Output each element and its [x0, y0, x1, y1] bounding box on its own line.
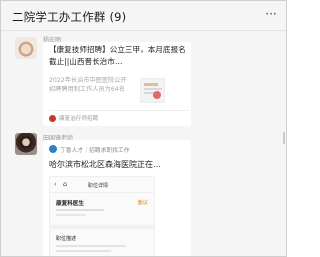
message-list[interactable]: 杨宏雨 【康复技师招聘】公立三甲，本月底报名截止||山西晋长治市… 2022年长…	[1, 32, 286, 256]
card-title: 【康复技师招聘】公立三甲，本月底报名截止||山西晋长治市…	[49, 45, 186, 66]
title-bar: 二院学工办工作群 (9) ···	[1, 1, 286, 31]
article-thumbnail	[140, 78, 165, 103]
official-account-icon	[49, 115, 56, 122]
card-description: 2022年长治市中医医院公开招聘聘用制工作人员为64名	[49, 77, 127, 93]
chat-title: 二院学工办工作群 (9)	[12, 10, 127, 24]
preview-job-title: 康复科医生	[56, 201, 84, 207]
back-icon: ‹	[54, 181, 57, 188]
chat-window: 二院学工办工作群 (9) ··· 杨宏雨 【康复技师招聘】公立三甲，本月底报名截…	[0, 0, 287, 257]
card-source: 丁香人才｜招聘求职找工作	[60, 148, 130, 154]
avatar[interactable]	[15, 133, 37, 155]
preview-salary: 面议	[137, 200, 148, 206]
home-icon: ⌂	[63, 180, 68, 188]
article-card[interactable]: 【康复技师招聘】公立三甲，本月底报名截止||山西晋长治市… 2022年长治市中医…	[43, 42, 191, 126]
scrollbar-thumb[interactable]	[283, 132, 285, 144]
ellipsis-icon[interactable]: ···	[264, 8, 278, 23]
avatar[interactable]	[15, 37, 37, 59]
card-source: 康复治疗师招聘	[59, 116, 99, 122]
card-divider	[49, 110, 189, 111]
card-title: 哈尔滨市松北区森海医院正在…	[49, 160, 161, 169]
preview-section-title: 职位描述	[56, 236, 77, 242]
miniprogram-card[interactable]: 丁香人才｜招聘求职找工作 哈尔滨市松北区森海医院正在… ‹ ⌂ 职位详情 康复科…	[43, 140, 191, 256]
card-preview-image: ‹ ⌂ 职位详情 康复科医生 面议 职位描述	[49, 176, 155, 256]
preview-header: 职位详情	[88, 183, 109, 189]
miniprogram-icon	[49, 145, 57, 153]
